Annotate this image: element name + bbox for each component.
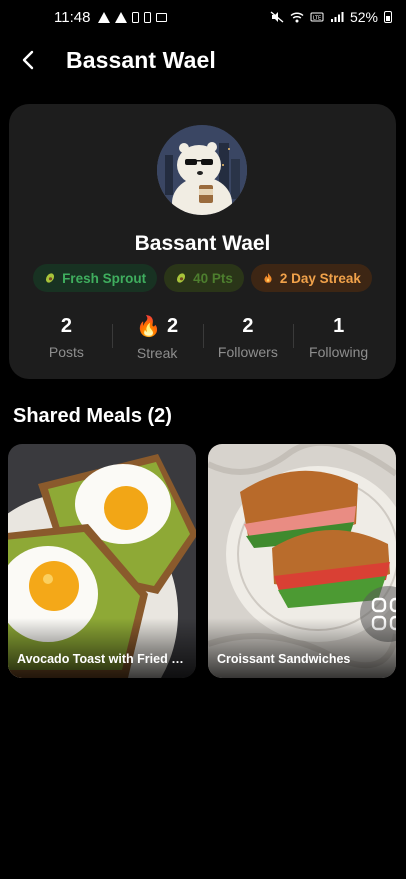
- svg-text:LTE: LTE: [313, 16, 321, 22]
- app-header: Bassant Wael: [0, 40, 406, 80]
- badge-label: 40 Pts: [193, 270, 233, 286]
- profile-name: Bassant Wael: [134, 232, 271, 255]
- alert-icon: [115, 11, 128, 23]
- alert-icon: [98, 11, 111, 23]
- stat-label: Streak: [136, 344, 178, 361]
- badge-label: 2 Day Streak: [279, 270, 361, 286]
- badge-fresh-sprout: Fresh Sprout: [33, 264, 158, 292]
- stats-row: 2 Posts 🔥 2 Streak 2 Followers 1 Followi…: [21, 312, 384, 362]
- stat-followers[interactable]: 2 Followers: [202, 312, 294, 362]
- signal-icon: [330, 12, 344, 22]
- stat-value: 1: [333, 314, 345, 337]
- battery-percent: 52%: [349, 9, 378, 25]
- avocado-icon: [46, 273, 55, 283]
- profile-card: Bassant Wael Fresh Sprout 40 Pts 2 Day S…: [9, 104, 396, 379]
- stat-label: Followers: [217, 343, 278, 360]
- badge-points: 40 Pts: [164, 264, 244, 292]
- stat-label: Posts: [48, 343, 84, 360]
- stat-following[interactable]: 1 Following: [293, 312, 384, 362]
- badge-row: Fresh Sprout 40 Pts 2 Day Streak: [9, 264, 396, 292]
- status-bar: 11:48 LTE 52%: [0, 0, 406, 34]
- chevron-left-icon: [22, 50, 34, 70]
- volte-icon: LTE: [310, 12, 324, 22]
- stat-streak[interactable]: 🔥 2 Streak: [111, 312, 203, 362]
- flame-icon: 🔥: [136, 315, 162, 338]
- meal-card-avocado-toast[interactable]: Avocado Toast with Fried Eggs: [8, 444, 196, 678]
- stat-value: 2: [167, 314, 179, 337]
- avocado-icon: [177, 273, 186, 283]
- section-title-shared-meals: Shared Meals (2): [13, 405, 172, 427]
- battery-icon: [384, 11, 392, 23]
- meal-title: Croissant Sandwiches: [217, 652, 351, 666]
- badge-streak: 2 Day Streak: [250, 264, 372, 292]
- flame-icon: [264, 273, 272, 283]
- meal-title: Avocado Toast with Fried Eggs: [17, 652, 187, 666]
- wifi-icon: [290, 12, 304, 23]
- phone-icon: [144, 11, 152, 23]
- stat-posts[interactable]: 2 Posts: [21, 312, 112, 362]
- meal-title-shade: [208, 618, 396, 678]
- stat-value: 2: [242, 314, 254, 337]
- gallery-icon: [156, 12, 168, 22]
- meals-grid: Avocado Toast with Fried Eggs Croissant …: [8, 444, 398, 678]
- avatar[interactable]: [157, 125, 247, 215]
- badge-label: Fresh Sprout: [62, 270, 147, 286]
- page-title: Bassant Wael: [66, 46, 216, 73]
- stat-value: 2: [60, 314, 72, 337]
- status-time: 11:48: [54, 8, 91, 26]
- meal-title-shade: [8, 618, 196, 678]
- mute-icon: [270, 11, 284, 23]
- stat-label: Following: [309, 343, 369, 360]
- bear-avatar-image: [157, 125, 247, 215]
- back-button[interactable]: [8, 40, 48, 80]
- phone-icon: [132, 11, 140, 23]
- meal-card-croissant-sandwiches[interactable]: Croissant Sandwiches: [208, 444, 396, 678]
